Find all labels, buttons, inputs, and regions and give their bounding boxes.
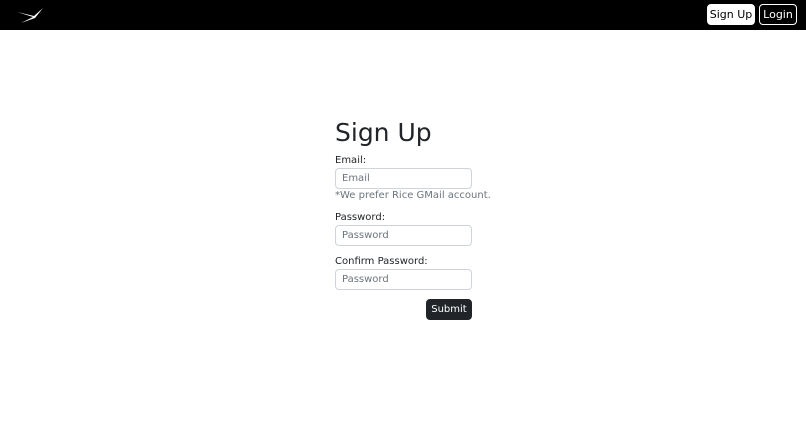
brand-logo-icon[interactable] xyxy=(15,5,45,25)
password-label: Password: xyxy=(335,212,386,223)
top-navbar: Sign Up Login xyxy=(0,0,806,30)
email-field[interactable] xyxy=(335,168,472,189)
submit-button[interactable]: Submit xyxy=(426,299,472,320)
confirm-password-field[interactable] xyxy=(335,269,472,290)
password-field[interactable] xyxy=(335,225,472,246)
confirm-password-label: Confirm Password: xyxy=(335,256,428,267)
email-hint: *We prefer Rice GMail account. xyxy=(335,190,491,201)
email-label: Email: xyxy=(335,155,367,166)
signup-nav-button[interactable]: Sign Up xyxy=(707,4,755,25)
page-title: Sign Up xyxy=(335,118,432,147)
login-nav-button[interactable]: Login xyxy=(759,4,797,25)
